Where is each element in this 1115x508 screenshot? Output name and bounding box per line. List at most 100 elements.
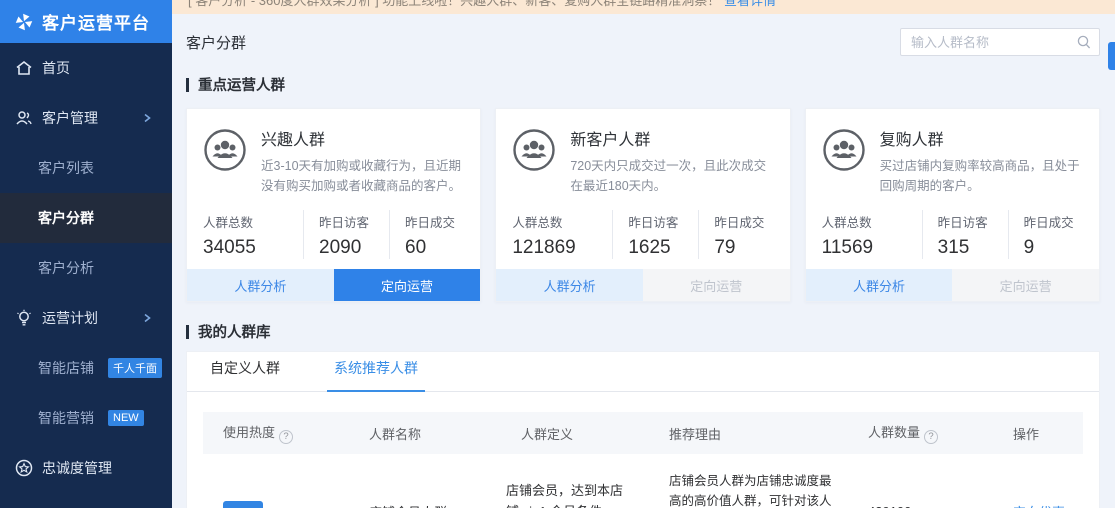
stat-value: 1625 [628,237,698,259]
sidebar-item-smart-marketing[interactable]: 智能营销 NEW [0,393,172,443]
sidebar-item-home[interactable]: 首页 [0,43,172,93]
group-definition-cell: 店铺会员，达到本店铺 vip1 会员条件以... [506,480,624,508]
stat-label: 昨日访客 [319,212,389,231]
sidebar-item-customer-list[interactable]: 客户列表 [0,143,172,193]
sidebar-item-customer-segments[interactable]: 客户分群 [0,193,172,243]
smart-shop-badge: 千人千面 [108,358,162,378]
search-icon[interactable] [1076,34,1092,50]
group-people-icon [512,128,556,172]
announcement-banner: [ 客户分析 - 360度人群效果分析 ] 功能上线啦！兴趣人群、新客、复购人群… [172,0,1115,14]
section-key-groups: 重点运营人群 [186,74,1100,95]
chevron-right-icon [142,113,152,123]
stat-value: 2090 [319,237,389,259]
card-interest-group: 兴趣人群 近3-10天有加购或收藏行为，且近期没有购买加购或者收藏商品的客户。 … [186,108,481,302]
library-tabs: 自定义人群 系统推荐人群 [187,352,1099,392]
table-row: new 店铺会员人群 店铺会员，达到本店铺 vip1 会员条件以... 店铺会员… [203,454,1083,508]
card-title: 新客户人群 [570,126,773,150]
sidebar-item-label: 智能店铺 [38,358,94,378]
sidebar-item-label: 智能营销 [38,408,94,428]
sidebar-item-label: 客户管理 [42,108,98,128]
sidebar-item-loyalty-management[interactable]: 忠诚度管理 [0,443,172,493]
sidebar-item-label: 客户列表 [38,158,94,178]
lightbulb-icon [15,309,33,327]
key-group-cards: 兴趣人群 近3-10天有加购或收藏行为，且近期没有购买加购或者收藏商品的客户。 … [186,108,1100,302]
pinwheel-logo-icon [13,11,35,33]
banner-details-link[interactable]: 查看详情 [724,0,776,8]
stat-value: 79 [714,237,773,259]
stat-label: 人群总数 [203,212,303,231]
loyalty-star-icon [15,459,33,477]
stat-value: 60 [405,237,464,259]
main-content: [ 客户分析 - 360度人群效果分析 ] 功能上线啦！兴趣人群、新客、复购人群… [172,0,1115,508]
group-analysis-button[interactable]: 人群分析 [187,269,334,301]
stat-label: 人群总数 [512,212,612,231]
sidebar-item-label: 忠诚度管理 [42,458,112,478]
group-people-icon [822,128,866,172]
stat-label: 昨日成交 [405,212,464,231]
col-group-count: 人群数量? [856,422,987,444]
page-title: 客户分群 [186,32,246,53]
group-analysis-button[interactable]: 人群分析 [806,269,953,301]
new-tag: new [223,501,263,508]
edge-collapsed-button[interactable] [1108,42,1115,70]
card-description: 720天内只成交过一次，且此次成交在最近180天内。 [570,156,773,196]
sidebar-item-operation-plan[interactable]: 运营计划 [0,293,172,343]
help-icon[interactable]: ? [924,430,938,444]
section-my-library: 我的人群库 [186,321,1100,342]
sidebar: 客户运营平台 首页 客户管理 客户列表 客户分群 客户分析 [0,0,172,508]
sidebar-item-customer-management[interactable]: 客户管理 [0,93,172,143]
targeted-discount-link[interactable]: 定向优惠 [1013,505,1065,508]
sidebar-item-label: 客户分群 [38,208,94,228]
group-people-icon [203,128,247,172]
section-bar [186,78,189,92]
col-group-definition: 人群定义 [501,424,656,443]
targeted-operation-button[interactable]: 定向运营 [643,269,790,301]
col-recommend-reason: 推荐理由 [656,424,856,443]
stat-value: 121869 [512,237,612,259]
card-new-customer-group: 新客户人群 720天内只成交过一次，且此次成交在最近180天内。 人群总数 12… [495,108,790,302]
tab-system-recommended-groups[interactable]: 系统推荐人群 [327,358,425,391]
group-count-cell: 439100+ [856,504,987,508]
stat-value: 315 [938,237,1008,259]
stat-label: 昨日成交 [1024,212,1083,231]
sidebar-item-smart-shop[interactable]: 智能店铺 千人千面 [0,343,172,393]
section-bar [186,325,189,339]
stat-label: 昨日访客 [628,212,698,231]
new-badge: NEW [108,410,144,426]
app-logo: 客户运营平台 [0,0,172,43]
sidebar-item-customer-analysis[interactable]: 客户分析 [0,243,172,293]
group-name-cell: 店铺会员人群 [361,502,501,508]
group-library-panel: 自定义人群 系统推荐人群 使用热度? 人群名称 人群定义 推荐理由 人群数量? … [186,351,1100,508]
search-box [900,28,1100,56]
stat-value: 34055 [203,237,303,259]
card-description: 近3-10天有加购或收藏行为，且近期没有购买加购或者收藏商品的客户。 [261,156,464,196]
stat-value: 11569 [822,237,922,259]
card-repurchase-group: 复购人群 买过店铺内复购率较高商品，且处于回购周期的客户。 人群总数 11569… [805,108,1100,302]
sidebar-item-label: 运营计划 [42,308,98,328]
recommend-reason-cell: 店铺会员人群为店铺忠诚度最高的高价值人群，可针对该人群做定向权益、召回等，强化会… [669,471,843,508]
stat-label: 人群总数 [822,212,922,231]
sidebar-item-label: 客户分析 [38,258,94,278]
chevron-right-icon [142,313,152,323]
app-title: 客户运营平台 [42,9,150,34]
stat-value: 9 [1024,237,1083,259]
card-description: 买过店铺内复购率较高商品，且处于回购周期的客户。 [880,156,1083,196]
targeted-operation-button[interactable]: 定向运营 [952,269,1099,301]
col-actions: 操作 [987,424,1067,443]
home-icon [15,59,33,77]
search-input[interactable] [900,28,1100,56]
stat-label: 昨日访客 [938,212,1008,231]
col-group-name: 人群名称 [361,424,501,443]
card-title: 兴趣人群 [261,126,464,150]
group-analysis-button[interactable]: 人群分析 [496,269,643,301]
help-icon[interactable]: ? [279,430,293,444]
banner-text: [ 客户分析 - 360度人群效果分析 ] 功能上线啦！兴趣人群、新客、复购人群… [188,0,720,8]
targeted-operation-button[interactable]: 定向运营 [334,269,481,301]
stat-label: 昨日成交 [714,212,773,231]
table-header-row: 使用热度? 人群名称 人群定义 推荐理由 人群数量? 操作 [203,412,1083,454]
col-usage-heat: 使用热度? [203,422,361,444]
sidebar-item-label: 首页 [42,58,70,78]
card-title: 复购人群 [880,126,1083,150]
tab-custom-groups[interactable]: 自定义人群 [203,358,287,391]
users-icon [15,109,33,127]
